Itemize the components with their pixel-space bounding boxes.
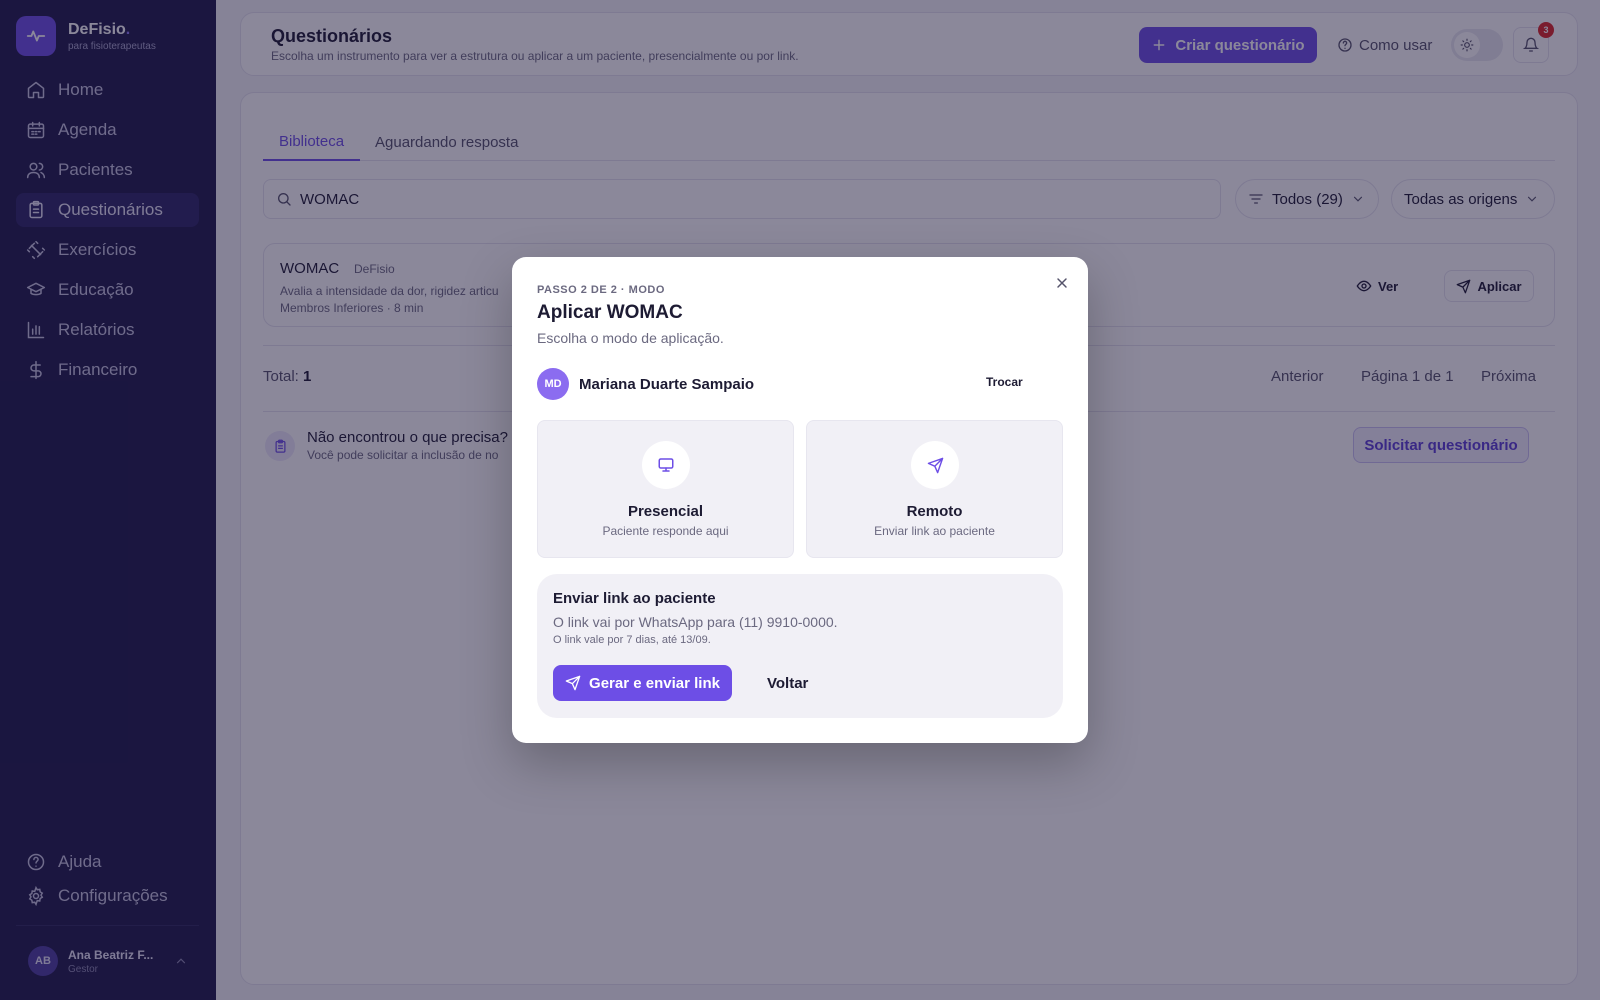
- mode-option-presencial[interactable]: Presencial Paciente responde aqui: [537, 420, 794, 558]
- mode-option-remoto[interactable]: Remoto Enviar link ao paciente: [806, 420, 1063, 558]
- send-link-expiry-note: O link vale por 7 dias, até 13/09.: [553, 634, 711, 646]
- mode-subtitle: Enviar link ao paciente: [874, 524, 995, 538]
- close-icon[interactable]: [1054, 275, 1070, 291]
- generate-send-link-button[interactable]: Gerar e enviar link: [553, 665, 732, 701]
- avatar: MD: [537, 368, 569, 400]
- change-patient-button[interactable]: Trocar: [986, 375, 1023, 389]
- send-icon: [565, 675, 581, 691]
- back-button[interactable]: Voltar: [767, 665, 808, 701]
- mode-title: Remoto: [906, 503, 963, 520]
- apply-questionnaire-dialog: PASSO 2 DE 2 · MODO Aplicar WOMAC Escolh…: [512, 257, 1088, 743]
- selected-patient: MD Mariana Duarte Sampaio: [537, 368, 754, 400]
- mode-subtitle: Paciente responde aqui: [602, 524, 729, 538]
- send-link-title: Enviar link ao paciente: [553, 590, 716, 607]
- mode-title: Presencial: [627, 503, 704, 520]
- patient-name: Mariana Duarte Sampaio: [579, 375, 755, 393]
- dialog-subtitle: Escolha o modo de aplicação.: [537, 330, 724, 346]
- step-indicator: PASSO 2 DE 2 · MODO: [537, 284, 665, 296]
- generate-send-link-label: Gerar e enviar link: [589, 674, 720, 692]
- send-link-description: O link vai por WhatsApp para (11) 9910-0…: [553, 614, 838, 630]
- send-icon: [911, 441, 959, 489]
- monitor-icon: [642, 441, 690, 489]
- send-link-panel: Enviar link ao paciente O link vai por W…: [537, 574, 1063, 718]
- dialog-title: Aplicar WOMAC: [537, 302, 683, 323]
